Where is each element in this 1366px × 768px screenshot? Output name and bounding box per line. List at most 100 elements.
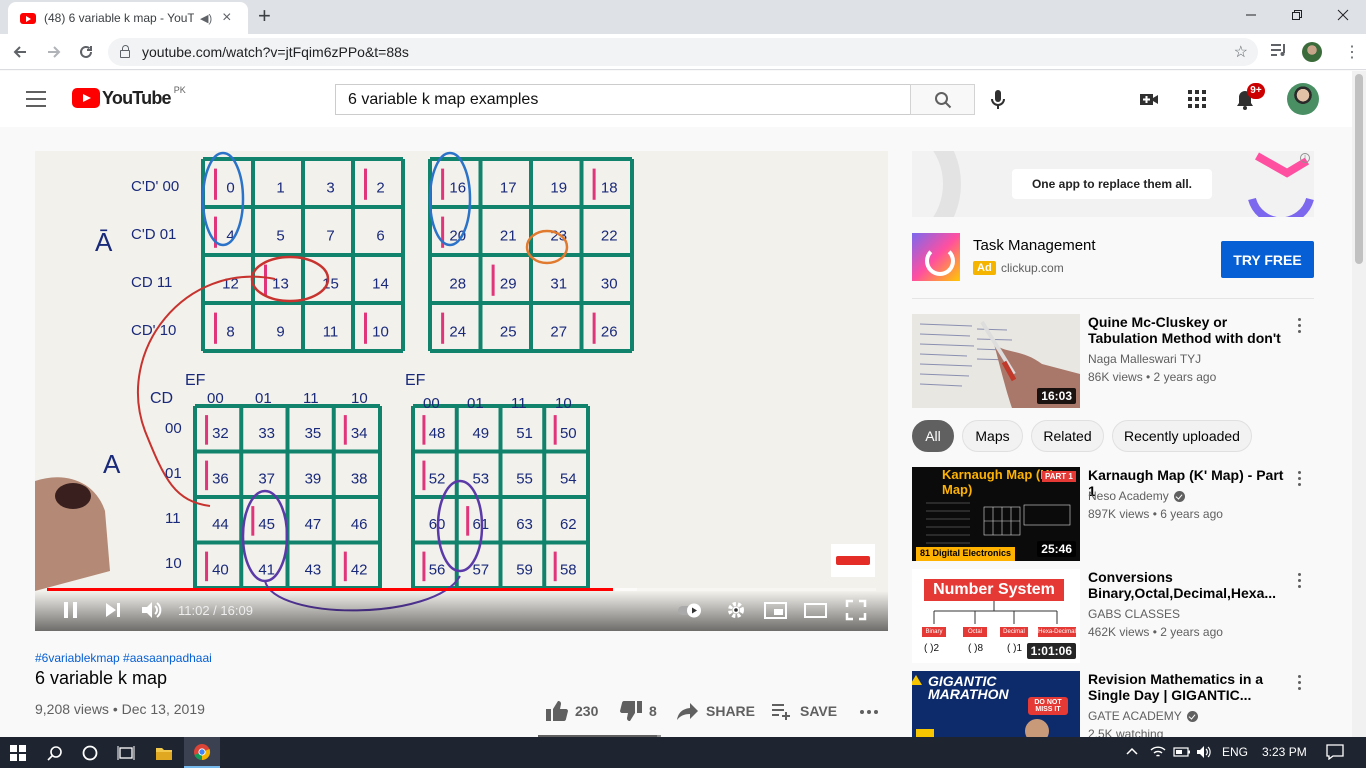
browser-profile-avatar[interactable] [1302,42,1322,62]
more-actions-button[interactable] [858,702,880,722]
bookmark-star-icon[interactable]: ☆ [1234,42,1248,62]
fullscreen-button[interactable] [845,599,867,626]
hamburger-menu-icon[interactable] [26,91,46,107]
video-thumbnail[interactable]: GIGANTIC MARATHON DO NOT MISS IT [912,671,1080,737]
chip-all[interactable]: All [912,420,954,452]
chip-related[interactable]: Related [1031,420,1104,452]
page-scrollbar[interactable] [1352,71,1366,737]
more-vert-icon[interactable] [1298,573,1302,591]
pause-button[interactable] [61,599,81,626]
miniplayer-button[interactable] [763,599,789,626]
voice-search-button[interactable] [990,89,1006,116]
back-button[interactable] [8,40,32,64]
row-label: CD' 10 [131,322,176,339]
playlist-add-icon [772,704,790,720]
recommendation-views: 86K views • 2 years ago [1088,370,1217,384]
search-button[interactable] [910,84,975,115]
channel-name: GABS CLASSES [1088,607,1181,621]
ad-details[interactable]: Task Management Ad clickup.com TRY FREE [912,233,1314,283]
kmap-cell-number: 41 [258,561,275,578]
axis-label: EF [405,372,426,389]
recommendation-channel[interactable]: Neso Academy [1088,489,1185,503]
speaker-icon[interactable]: ◀) [200,12,212,25]
theater-mode-button[interactable] [803,599,829,626]
system-clock[interactable]: 3:23 PM [1262,745,1307,759]
recommendation-item[interactable]: Karnaugh Map (K' Map) PART 1 81 Digital … [912,467,1314,562]
thumbnail-sub: ( )8 [968,643,983,654]
close-icon [1337,9,1349,21]
close-window-button[interactable] [1320,0,1366,30]
create-video-button[interactable] [1139,89,1159,114]
chrome-menu-icon[interactable]: ⋮ [1344,42,1360,62]
kmap-cell-number: 39 [305,470,322,487]
recommendation-item[interactable]: GIGANTIC MARATHON DO NOT MISS IT Revisio… [912,671,1314,737]
wifi-icon[interactable] [1150,745,1166,762]
recommendation-title[interactable]: Conversions Binary,Octal,Decimal,Hexa... [1088,569,1288,601]
file-explorer-button[interactable] [146,737,182,768]
speaker-icon[interactable] [1196,745,1212,762]
address-bar[interactable]: youtube.com/watch?v=jtFqim6zPPo&t=88s ☆ [108,38,1258,66]
try-free-button[interactable]: TRY FREE [1221,241,1314,278]
tab-close-icon[interactable]: × [222,10,231,26]
ad-info-icon[interactable]: i [1300,153,1310,163]
recommendation-item[interactable]: 16:03 Quine Mc-Cluskey or Tabulation Met… [912,314,1314,409]
input-language[interactable]: ENG [1222,745,1248,759]
next-button[interactable] [103,599,123,626]
apps-button[interactable] [1187,89,1207,114]
new-tab-button[interactable]: + [258,4,271,28]
action-center-icon[interactable] [1326,744,1344,763]
settings-button[interactable] [725,599,747,626]
video-thumbnail[interactable]: Karnaugh Map (K' Map) PART 1 81 Digital … [912,467,1080,561]
chip-maps[interactable]: Maps [962,420,1023,452]
column-label: 00 [207,390,224,407]
search-input[interactable]: 6 variable k map examples [335,84,911,115]
recommendation-channel[interactable]: GATE ACADEMY [1088,709,1198,723]
maximize-button[interactable] [1274,0,1320,30]
ad-banner[interactable]: One app to replace them all. i [912,151,1314,217]
recommendation-title[interactable]: Revision Mathematics in a Single Day | G… [1088,671,1288,703]
forward-button[interactable] [42,40,66,64]
video-thumbnail[interactable]: Number System Binary Octal Decimal Hexa-… [912,569,1080,663]
minimize-button[interactable] [1228,0,1274,30]
video-thumbnail[interactable]: 16:03 [912,314,1080,408]
media-control-icon[interactable] [1270,42,1288,62]
video-player[interactable]: 0 1 3 2 4 5 7 6 12 13 15 14 8 9 11 10 16 17 19 18 20 21 23 22 28… [35,151,888,631]
arrow-right-icon [48,46,61,58]
more-vert-icon[interactable] [1298,675,1302,693]
scrollbar-thumb[interactable] [1355,74,1363,264]
recommendation-item[interactable]: Number System Binary Octal Decimal Hexa-… [912,569,1314,664]
cortana-button[interactable] [72,737,108,768]
kmap-cell-number: 7 [326,228,334,245]
tray-overflow-icon[interactable] [1126,745,1138,760]
like-button[interactable]: 230 [545,700,598,722]
more-vert-icon[interactable] [1298,471,1302,489]
youtube-logo[interactable]: YouTube PK [72,85,186,108]
channel-watermark[interactable] [831,544,875,577]
taskbar-search-button[interactable] [37,737,73,768]
browser-tab[interactable]: (48) 6 variable k map - YouTube ◀) × [8,2,248,34]
youtube-favicon-icon [20,12,36,24]
kmap-cell-number: 9 [276,324,284,341]
dislike-button[interactable]: 8 [619,700,657,722]
kmap-cell-number: 62 [560,516,577,533]
more-vert-icon[interactable] [1298,318,1302,336]
autoplay-toggle[interactable] [676,601,706,624]
task-view-button[interactable] [108,737,144,768]
recommendation-channel[interactable]: GABS CLASSES [1088,607,1180,621]
save-button[interactable]: SAVE [770,700,837,722]
chip-recently-uploaded[interactable]: Recently uploaded [1112,420,1252,452]
volume-button[interactable] [140,599,164,626]
kmap-cell-number: 34 [351,425,368,442]
kmap-cell-number: 30 [601,276,618,293]
kmap-cell-number: 36 [212,470,229,487]
ad-title: Task Management [973,237,1096,254]
reload-button[interactable] [74,40,98,64]
chrome-taskbar-button[interactable] [184,737,220,768]
video-hashtags[interactable]: #6variablekmap #aasaanpadhaai [35,651,212,665]
start-button[interactable] [0,737,36,768]
recommendation-title[interactable]: Quine Mc-Cluskey or Tabulation Method wi… [1088,314,1288,346]
recommendation-channel[interactable]: Naga Malleswari TYJ [1088,352,1201,366]
battery-icon[interactable] [1173,745,1191,762]
account-avatar[interactable] [1287,83,1319,115]
share-button[interactable]: SHARE [676,700,755,722]
